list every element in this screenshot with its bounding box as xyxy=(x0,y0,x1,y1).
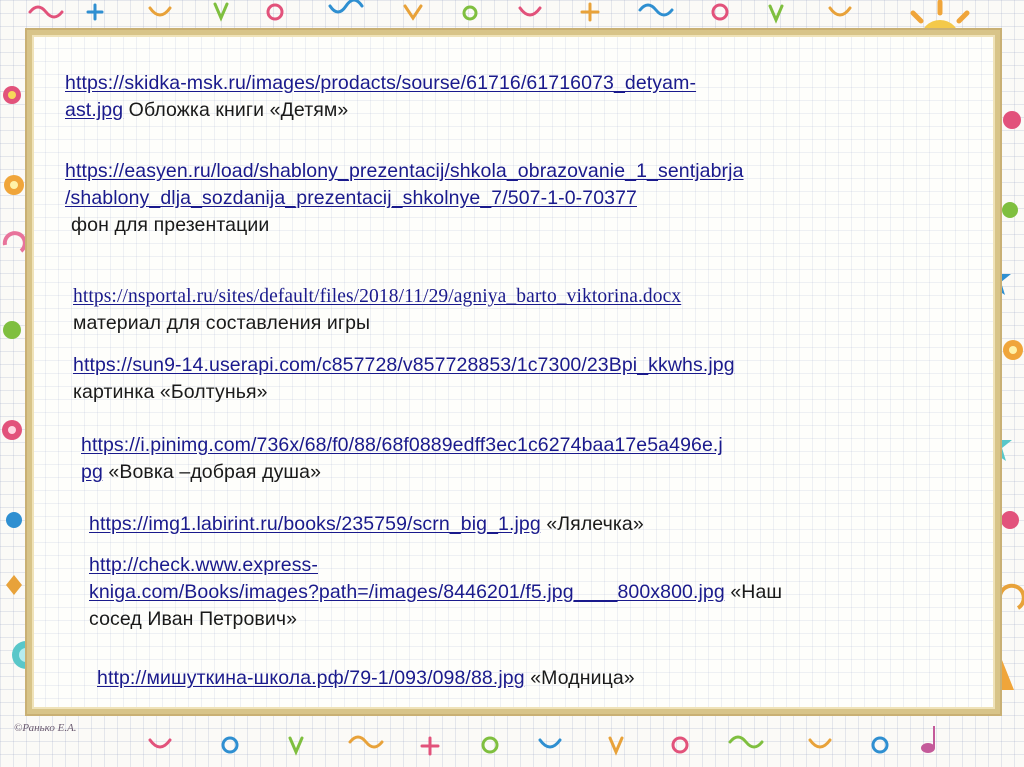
reference-link-8[interactable]: http://мишуткина-школа.рф/79-1/093/098/8… xyxy=(97,667,525,689)
reference-link-3[interactable]: https://nsportal.ru/sites/default/files/… xyxy=(73,286,681,307)
reference-caption-2: фон для презентации xyxy=(71,214,270,236)
reference-link-2-line1[interactable]: https://easyen.ru/load/shablony_prezenta… xyxy=(65,160,744,182)
reference-link-7-line1[interactable]: http://check.www.express- xyxy=(89,554,318,576)
music-note-icon xyxy=(921,726,935,753)
reference-caption-5: «Вовка –добрая душа» xyxy=(102,461,322,483)
reference-caption-7-line1: «Наш xyxy=(724,581,783,603)
reference-entry-2: https://easyen.ru/load/shablony_prezenta… xyxy=(65,158,744,239)
reference-link-1-line1[interactable]: https://skidka-msk.ru/images/prodacts/so… xyxy=(65,72,696,94)
reference-caption-1: Обложка книги «Детям» xyxy=(123,99,349,121)
reference-entry-5: https://i.pinimg.com/736x/68/f0/88/68f08… xyxy=(81,432,723,486)
reference-entry-8: http://мишуткина-школа.рф/79-1/093/098/8… xyxy=(97,665,635,692)
reference-caption-3: материал для составления игры xyxy=(73,312,371,334)
reference-caption-4: картинка «Болтунья» xyxy=(73,381,268,403)
reference-entry-1: https://skidka-msk.ru/images/prodacts/so… xyxy=(65,70,696,124)
reference-caption-6: «Лялечка» xyxy=(540,513,644,535)
reference-link-1-line2[interactable]: ast.jpg xyxy=(65,99,123,121)
reference-caption-8: «Модница» xyxy=(524,667,635,689)
reference-link-2-line2[interactable]: /shablony_dlja_sozdanija_prezentacij_shk… xyxy=(65,187,637,209)
reference-entry-7: http://check.www.express- kniga.com/Book… xyxy=(89,552,782,633)
reference-caption-7-line2: сосед Иван Петрович» xyxy=(89,608,298,630)
reference-link-5-line2[interactable]: pg xyxy=(81,461,103,483)
copyright-text: ©Ранько Е.А. xyxy=(14,722,77,734)
reference-entry-6: https://img1.labirint.ru/books/235759/sc… xyxy=(89,511,644,538)
reference-entry-4: https://sun9-14.userapi.com/c857728/v857… xyxy=(73,352,735,406)
reference-link-6[interactable]: https://img1.labirint.ru/books/235759/sc… xyxy=(89,513,541,535)
reference-entry-3: https://nsportal.ru/sites/default/files/… xyxy=(73,283,681,337)
reference-link-5-line1[interactable]: https://i.pinimg.com/736x/68/f0/88/68f08… xyxy=(81,434,723,456)
reference-link-4[interactable]: https://sun9-14.userapi.com/c857728/v857… xyxy=(73,354,735,376)
reference-link-7-line2[interactable]: kniga.com/Books/images?path=/images/8446… xyxy=(89,581,725,603)
